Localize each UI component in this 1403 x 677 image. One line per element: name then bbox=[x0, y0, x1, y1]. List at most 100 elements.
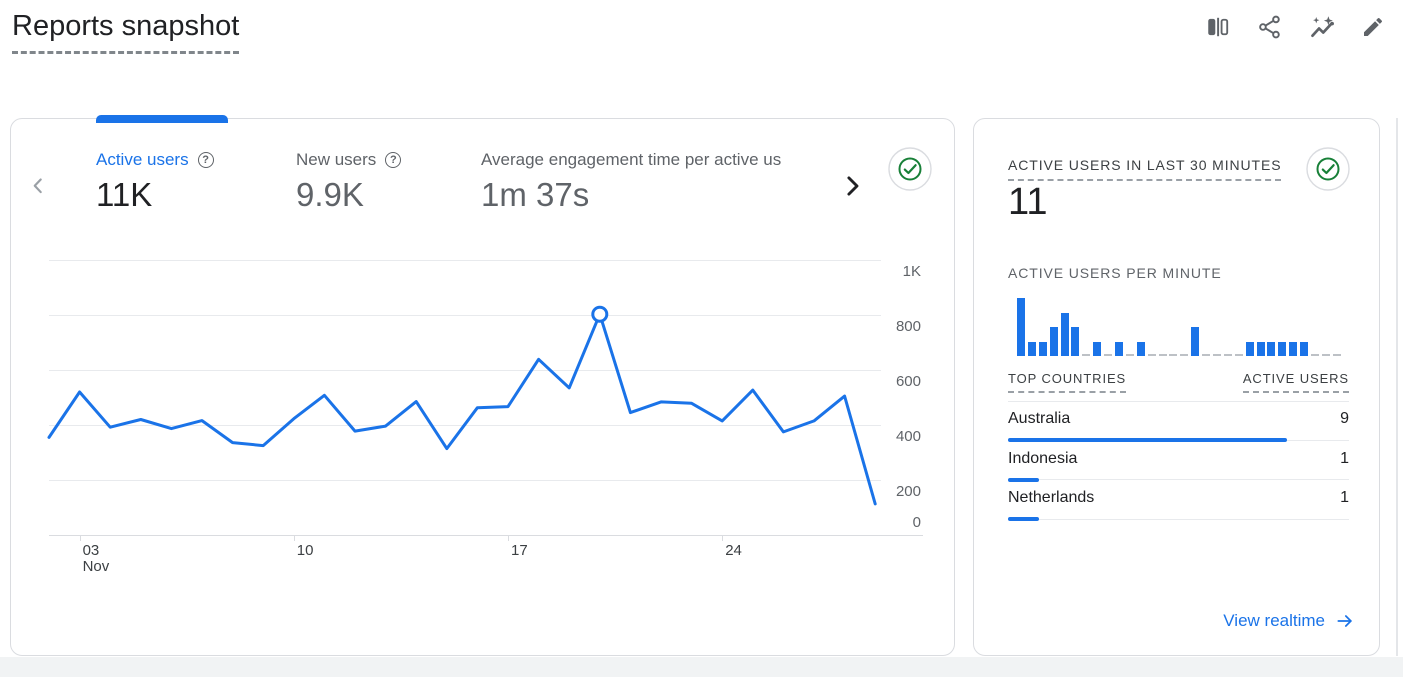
realtime-card: ACTIVE USERS IN LAST 30 MINUTES 1 1 ACTIV… bbox=[973, 118, 1380, 656]
minute-bar bbox=[1028, 342, 1036, 356]
y-axis-label: 1K bbox=[871, 262, 921, 282]
per-minute-title: ACTIVE USERS PER MINUTE bbox=[1008, 265, 1222, 281]
country-row[interactable]: Australia 9 bbox=[1008, 408, 1349, 448]
y-axis-label: 200 bbox=[871, 482, 921, 502]
selected-metric-indicator bbox=[96, 115, 228, 123]
metric-value: 1m 37s bbox=[481, 175, 836, 215]
active-users-series-line bbox=[49, 314, 875, 504]
reports-snapshot-page: Reports snapshot bbox=[0, 0, 1403, 677]
country-bar-track bbox=[1008, 478, 1349, 482]
minute-bar bbox=[1148, 354, 1156, 357]
share-icon[interactable] bbox=[1257, 14, 1283, 40]
minute-bar bbox=[1224, 354, 1232, 357]
country-row[interactable]: Netherlands 1 bbox=[1008, 487, 1349, 527]
minute-bar bbox=[1017, 298, 1025, 356]
minute-bar bbox=[1278, 342, 1286, 356]
minute-bar bbox=[1050, 327, 1058, 356]
metric-label-text: Average engagement time per active us bbox=[481, 150, 781, 170]
insights-icon[interactable] bbox=[1309, 14, 1335, 40]
row-divider bbox=[1008, 479, 1349, 480]
minute-bar bbox=[1169, 354, 1177, 357]
country-bar bbox=[1008, 478, 1039, 482]
country-active-users: 9 bbox=[1340, 410, 1349, 428]
country-name: Indonesia bbox=[1008, 450, 1077, 468]
x-axis-tick bbox=[508, 535, 509, 541]
x-axis-label-day: 24 bbox=[725, 543, 742, 559]
minute-bar bbox=[1191, 327, 1199, 356]
data-quality-icon[interactable] bbox=[888, 147, 932, 196]
minute-bar bbox=[1159, 354, 1167, 357]
view-realtime-link[interactable]: View realtime bbox=[1223, 611, 1355, 631]
x-axis-line bbox=[49, 535, 923, 536]
top-countries-header: TOP COUNTRIES bbox=[1008, 371, 1126, 393]
panel-divider bbox=[1396, 118, 1398, 656]
metric-label: Average engagement time per active us bbox=[481, 149, 836, 171]
edit-icon[interactable] bbox=[1361, 14, 1387, 40]
comparison-icon[interactable] bbox=[1205, 14, 1231, 40]
help-icon[interactable]: ? bbox=[385, 152, 401, 168]
page-bottom-strip bbox=[0, 657, 1403, 677]
active-users-header: ACTIVE USERS bbox=[1243, 371, 1349, 393]
metric-tab-average-engagement-time-per-active-us[interactable]: Average engagement time per active us 1m … bbox=[481, 149, 836, 215]
minute-bar bbox=[1180, 354, 1188, 357]
data-quality-icon[interactable] bbox=[1306, 147, 1350, 196]
minute-bar bbox=[1115, 342, 1123, 356]
peak-point-marker[interactable] bbox=[593, 307, 607, 321]
x-axis-label-month: Nov bbox=[83, 559, 110, 575]
minute-bar bbox=[1246, 342, 1254, 356]
metric-tab-new-users[interactable]: New users? 9.9K bbox=[296, 149, 481, 215]
country-name: Netherlands bbox=[1008, 489, 1094, 507]
minute-bar bbox=[1126, 354, 1134, 357]
metric-label: New users? bbox=[296, 149, 481, 171]
metric-tab-active-users[interactable]: Active users?11K bbox=[96, 149, 296, 215]
country-name: Australia bbox=[1008, 410, 1070, 428]
countries-table: Australia 9 Indonesia 1 Netherlands 1 bbox=[1008, 408, 1349, 527]
minute-bar bbox=[1137, 342, 1145, 356]
x-axis-label: 24 bbox=[725, 543, 742, 559]
y-axis-label: 0 bbox=[871, 513, 921, 533]
minute-bar bbox=[1202, 354, 1210, 357]
minute-bar bbox=[1235, 354, 1243, 357]
minute-bar bbox=[1311, 354, 1319, 357]
country-active-users: 1 bbox=[1340, 489, 1349, 507]
next-metrics-button[interactable] bbox=[837, 171, 867, 204]
minute-bar bbox=[1300, 342, 1308, 356]
minute-bar bbox=[1257, 342, 1265, 356]
prev-metrics-button[interactable] bbox=[25, 173, 51, 202]
country-row-text: Australia 9 bbox=[1008, 408, 1349, 430]
metrics-row: Active users?11KNew users? 9.9KAverage en… bbox=[96, 149, 836, 215]
row-divider bbox=[1008, 519, 1349, 520]
minute-bar bbox=[1071, 327, 1079, 356]
x-axis-label-day: 17 bbox=[511, 543, 528, 559]
country-row-text: Indonesia 1 bbox=[1008, 448, 1349, 470]
metric-value: 9.9K bbox=[296, 175, 481, 215]
overview-card: Active users?11KNew users? 9.9KAverage en… bbox=[10, 118, 955, 656]
minute-bar bbox=[1061, 313, 1069, 356]
x-axis-label: 17 bbox=[511, 543, 528, 559]
metric-label: Active users? bbox=[96, 149, 296, 171]
metric-label-text: New users bbox=[296, 150, 376, 170]
x-axis-label-day: 03 bbox=[83, 543, 110, 559]
help-icon[interactable]: ? bbox=[198, 152, 214, 168]
country-bar bbox=[1008, 438, 1287, 442]
x-axis-label: 03Nov bbox=[83, 543, 110, 575]
minute-bar bbox=[1322, 354, 1330, 357]
country-row[interactable]: Indonesia 1 bbox=[1008, 448, 1349, 488]
realtime-title-row: ACTIVE USERS IN LAST 30 MINUTES bbox=[1008, 157, 1281, 181]
y-axis-label: 600 bbox=[871, 372, 921, 392]
country-active-users: 1 bbox=[1340, 450, 1349, 468]
country-bar bbox=[1008, 517, 1039, 521]
x-axis-tick bbox=[294, 535, 295, 541]
country-bar-track bbox=[1008, 517, 1349, 521]
y-axis-label: 400 bbox=[871, 427, 921, 447]
realtime-title: ACTIVE USERS IN LAST 30 MINUTES bbox=[1008, 157, 1281, 181]
minute-bar bbox=[1289, 342, 1297, 356]
y-axis-label: 800 bbox=[871, 317, 921, 337]
country-row-text: Netherlands 1 bbox=[1008, 487, 1349, 509]
page-title: Reports snapshot bbox=[12, 10, 239, 54]
x-axis-label-day: 10 bbox=[297, 543, 314, 559]
arrow-right-icon bbox=[1335, 611, 1355, 631]
minute-bar bbox=[1213, 354, 1221, 357]
active-users-line-chart bbox=[49, 249, 889, 535]
minute-bar bbox=[1104, 354, 1112, 357]
